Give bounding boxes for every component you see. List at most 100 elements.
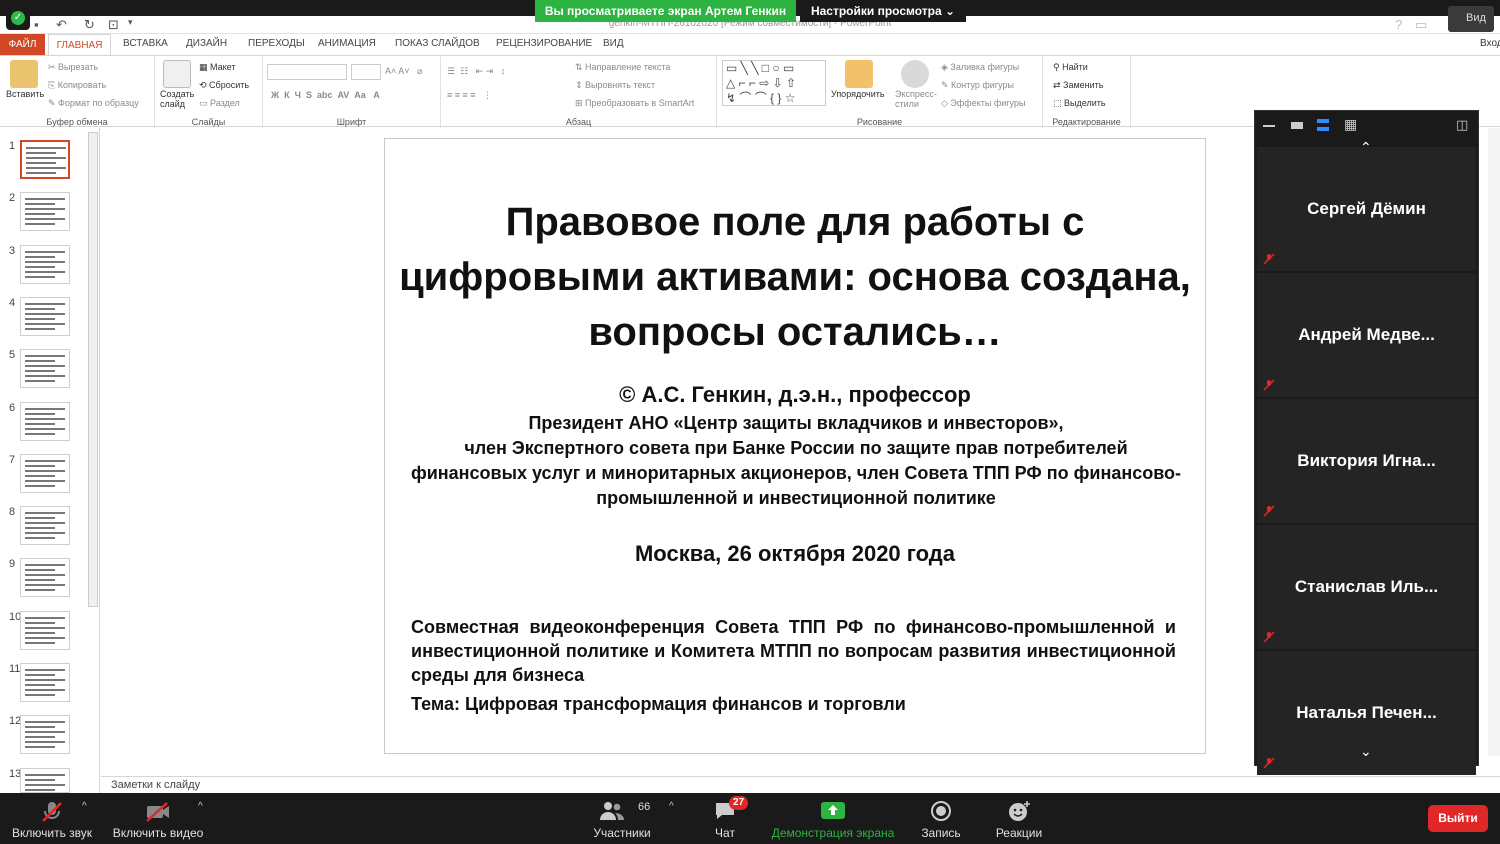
paste-button[interactable]: Вставить bbox=[6, 89, 44, 99]
slide-conference[interactable]: Совместная видеоконференция Совета ТПП Р… bbox=[411, 615, 1176, 687]
cut-label: Вырезать bbox=[58, 62, 99, 72]
view-options-button[interactable]: Настройки просмотра ⌄ bbox=[800, 0, 966, 22]
slide-thumbnail[interactable] bbox=[20, 140, 70, 179]
strip-view-icon[interactable] bbox=[1317, 119, 1329, 131]
format-painter-button[interactable]: ✎ Формат по образцу bbox=[48, 98, 139, 109]
arrange-button[interactable]: Упорядочить bbox=[831, 89, 885, 99]
slide-author[interactable]: © А.С. Генкин, д.э.н., профессор bbox=[385, 382, 1205, 408]
slide-title[interactable]: Правовое поле для работы с цифровыми акт… bbox=[385, 195, 1205, 360]
smartart-label: Преобразовать в SmartArt bbox=[585, 98, 695, 108]
participants-options-chevron-icon[interactable]: ^ bbox=[669, 801, 674, 812]
thumbnail-text-line bbox=[26, 172, 56, 174]
slide-thumbnail[interactable] bbox=[20, 558, 70, 598]
slide-notes[interactable]: Заметки к слайду bbox=[101, 776, 1500, 793]
alignment-controls[interactable]: ≡ ≡ ≡ ≡ ⋮ bbox=[447, 90, 492, 101]
tab-file[interactable]: ФАЙЛ bbox=[0, 34, 45, 55]
participants-label: Участники bbox=[593, 826, 651, 840]
tab-home[interactable]: ГЛАВНАЯ bbox=[48, 34, 111, 56]
tab-animation[interactable]: АНИМАЦИЯ bbox=[318, 38, 376, 49]
align-text-button[interactable]: ⇕ Выровнять текст bbox=[575, 80, 655, 91]
record-button[interactable]: Запись bbox=[906, 793, 976, 844]
paragraph-group: ☰ ☷ ⇤ ⇥ ↕ ≡ ≡ ≡ ≡ ⋮ ⇅ Направление текста… bbox=[441, 56, 717, 128]
thumbnail-text-line bbox=[25, 517, 55, 520]
editing-group: ⚲ Найти ⇄ Заменить ⬚ Выделить Редактиров… bbox=[1043, 56, 1131, 128]
section-button[interactable]: ▭ Раздел bbox=[199, 98, 240, 109]
participant-tile[interactable]: Станислав Иль... bbox=[1257, 525, 1476, 649]
smartart-button[interactable]: ⊞ Преобразовать в SmartArt bbox=[575, 98, 694, 109]
layout-button[interactable]: ▦ Макет bbox=[199, 62, 236, 73]
reactions-button[interactable]: Реакции bbox=[984, 793, 1054, 844]
share-screen-button[interactable]: Демонстрация экрана bbox=[766, 793, 900, 844]
audio-options-chevron-icon[interactable]: ^ bbox=[82, 801, 87, 812]
select-button[interactable]: ⬚ Выделить bbox=[1053, 98, 1106, 109]
slide-thumbnail[interactable] bbox=[20, 453, 70, 493]
quick-styles-icon[interactable] bbox=[901, 60, 929, 88]
paste-icon[interactable] bbox=[10, 60, 38, 88]
slide-author-role[interactable]: Президент АНО «Центр защиты вкладчиков и… bbox=[405, 411, 1187, 511]
slide-thumbnail[interactable] bbox=[20, 663, 70, 702]
list-controls[interactable]: ☰ ☷ ⇤ ⇥ ↕ bbox=[447, 66, 505, 77]
start-video-button[interactable]: Включить видео bbox=[106, 793, 210, 844]
font-size-field[interactable] bbox=[351, 64, 381, 80]
tab-review[interactable]: РЕЦЕНЗИРОВАНИЕ bbox=[496, 38, 592, 49]
slide-thumbnail[interactable] bbox=[20, 192, 70, 232]
tab-transitions[interactable]: ПЕРЕХОДЫ bbox=[248, 38, 305, 49]
scroll-down-icon[interactable]: ⌄ bbox=[1360, 743, 1372, 760]
slide-thumbnail[interactable] bbox=[20, 349, 70, 389]
participant-tile[interactable]: Андрей Медве... bbox=[1257, 273, 1476, 397]
slide-thumbnail[interactable] bbox=[20, 610, 70, 650]
reset-button[interactable]: ⟲ Сбросить bbox=[199, 80, 249, 91]
leave-meeting-button[interactable]: Выйти bbox=[1428, 805, 1488, 832]
shape-effects-button[interactable]: ◇ Эффекты фигуры bbox=[941, 98, 1025, 109]
slide-thumbnail[interactable] bbox=[20, 401, 70, 441]
shape-fill-button[interactable]: ◈ Заливка фигуры bbox=[941, 62, 1019, 73]
arrange-icon[interactable] bbox=[845, 60, 873, 88]
panel-header: ▦ ◫ bbox=[1255, 111, 1478, 139]
font-size-controls[interactable]: A˄ A˅ ⌀ bbox=[385, 66, 422, 77]
unmute-button[interactable]: Включить звук bbox=[0, 793, 104, 844]
slide-thumbnail[interactable] bbox=[20, 244, 70, 284]
minimize-icon[interactable] bbox=[1263, 125, 1275, 127]
new-slide-icon[interactable] bbox=[163, 60, 191, 88]
ribbon-display-icon[interactable]: ▭ bbox=[1415, 17, 1427, 33]
font-name-field[interactable] bbox=[267, 64, 347, 80]
speaker-view-icon[interactable] bbox=[1291, 122, 1303, 129]
text-direction-button[interactable]: ⇅ Направление текста bbox=[575, 62, 670, 73]
tab-slideshow[interactable]: ПОКАЗ СЛАЙДОВ bbox=[395, 38, 480, 49]
participant-tile[interactable]: Виктория Игна... bbox=[1257, 399, 1476, 523]
tab-design[interactable]: ДИЗАЙН bbox=[186, 38, 227, 49]
find-button[interactable]: ⚲ Найти bbox=[1053, 62, 1088, 73]
format-painter-label: Формат по образцу bbox=[58, 98, 139, 108]
popout-icon[interactable]: ◫ bbox=[1456, 117, 1468, 133]
tab-view[interactable]: ВИД bbox=[603, 38, 624, 49]
participant-tile[interactable]: Сергей Дёмин bbox=[1257, 147, 1476, 271]
cut-button[interactable]: ✂ Вырезать bbox=[48, 62, 98, 73]
tab-insert[interactable]: ВСТАВКА bbox=[123, 38, 168, 49]
slide-thumbnail-number: 5 bbox=[9, 349, 16, 362]
slide-thumbnail[interactable] bbox=[20, 506, 70, 546]
shapes-gallery[interactable]: ▭ ╲ ╲ □ ○ ▭ △ ⌐ ⌐ ⇨ ⇩ ⇧ ↯ ⌒ ⌒ { } ☆ bbox=[722, 60, 826, 106]
slide-date[interactable]: Москва, 26 октября 2020 года bbox=[385, 541, 1205, 567]
slide-thumbnail[interactable] bbox=[20, 715, 70, 755]
quick-styles-button[interactable]: Экспресс-стили bbox=[895, 89, 937, 109]
app-window: { "zoom": { "viewing_banner": "Вы просма… bbox=[0, 0, 1500, 844]
zoom-view-button[interactable]: Вид bbox=[1448, 6, 1494, 32]
copy-button[interactable]: ⎘ Копировать bbox=[48, 80, 106, 91]
gallery-view-icon[interactable]: ▦ bbox=[1344, 116, 1357, 133]
video-options-chevron-icon[interactable]: ^ bbox=[198, 801, 203, 812]
replace-button[interactable]: ⇄ Заменить bbox=[1053, 80, 1104, 91]
slide-thumbnail[interactable] bbox=[20, 296, 70, 336]
sign-in-link[interactable]: Вход bbox=[1480, 38, 1500, 49]
shape-outline-button[interactable]: ✎ Контур фигуры bbox=[941, 80, 1014, 91]
chat-button[interactable]: 27 Чат bbox=[695, 793, 755, 844]
font-style-controls[interactable]: Ж К Ч S abc AV Aa A bbox=[271, 90, 380, 100]
current-slide[interactable]: Правовое поле для работы с цифровыми акт… bbox=[384, 138, 1206, 754]
new-slide-button[interactable]: Создать слайд bbox=[160, 89, 200, 109]
slide-scrollbar[interactable] bbox=[1488, 128, 1500, 756]
help-icon[interactable]: ? bbox=[1395, 17, 1402, 32]
thumbnails-scrollbar[interactable] bbox=[88, 132, 98, 607]
slide-theme[interactable]: Тема: Цифровая трансформация финансов и … bbox=[411, 694, 1176, 715]
participants-button[interactable]: 66 Участники bbox=[580, 793, 664, 844]
slide-thumbnail[interactable] bbox=[20, 767, 70, 793]
thumbnail-text-line bbox=[25, 589, 55, 592]
